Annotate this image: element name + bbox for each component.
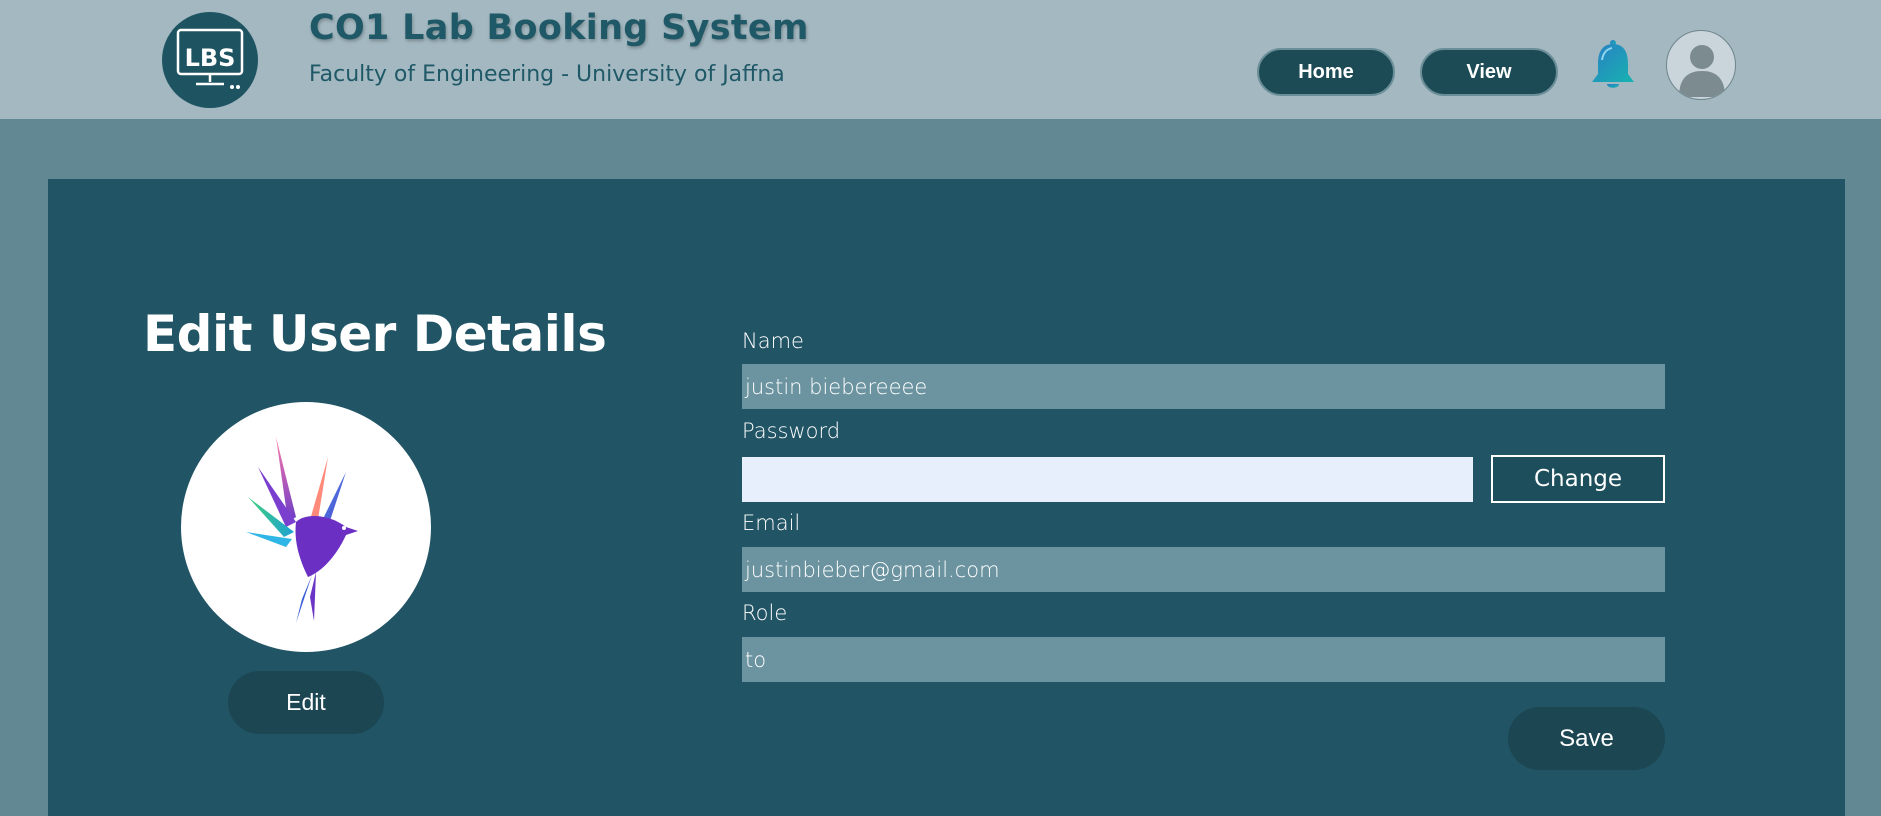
edit-picture-button[interactable]: Edit [228, 671, 384, 734]
user-avatar-icon[interactable] [1666, 30, 1736, 100]
save-button[interactable]: Save [1508, 707, 1665, 770]
app-subtitle: Faculty of Engineering - University of J… [309, 62, 785, 87]
view-button[interactable]: View [1420, 48, 1558, 96]
password-field[interactable] [742, 457, 1473, 502]
email-field[interactable]: justinbieber@gmail.com [742, 547, 1665, 592]
change-password-button[interactable]: Change [1491, 455, 1665, 503]
bell-icon[interactable] [1588, 38, 1638, 92]
bird-image [246, 437, 358, 623]
role-label: Role [742, 601, 788, 625]
logo-text: LBS [185, 44, 236, 72]
logo-monitor-icon: LBS [176, 28, 244, 89]
app-title: CO1 Lab Booking System [309, 8, 809, 48]
password-label: Password [742, 419, 841, 443]
name-field[interactable]: justin biebereeee [742, 364, 1665, 409]
role-field[interactable]: to [742, 637, 1665, 682]
page-title: Edit User Details [143, 305, 607, 363]
top-header: LBS CO1 Lab Booking System Faculty of En… [0, 0, 1881, 119]
name-label: Name [742, 329, 804, 353]
email-label: Email [742, 511, 801, 535]
profile-picture [181, 402, 431, 652]
lbs-logo[interactable]: LBS [162, 12, 258, 108]
home-button[interactable]: Home [1257, 48, 1395, 96]
